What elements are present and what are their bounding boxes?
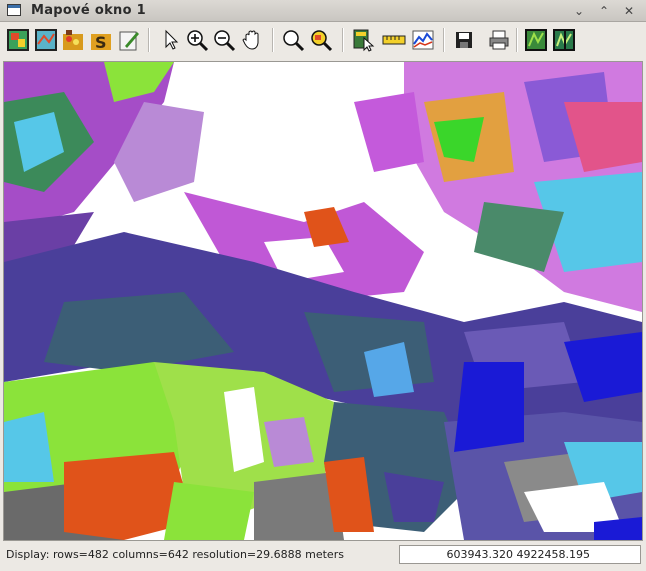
measure-button[interactable] — [381, 27, 407, 53]
zoom-back-button[interactable] — [280, 27, 306, 53]
save-icon — [456, 32, 472, 48]
toolbar: S — [0, 22, 646, 58]
map-display-compare-icon — [553, 29, 575, 51]
map-display-compare-button[interactable] — [551, 27, 577, 53]
zoom-out-button[interactable] — [211, 27, 237, 53]
coordinates-display: 603943.320 4922458.195 — [399, 545, 641, 564]
pan-button[interactable] — [239, 27, 265, 53]
add-other-icon — [63, 30, 83, 50]
pointer-icon — [165, 29, 179, 50]
zoom-in-button[interactable] — [184, 27, 210, 53]
map-canvas[interactable] — [3, 61, 643, 541]
add-overlay-icon: S — [91, 33, 111, 52]
profile-icon — [412, 30, 434, 50]
title-bar: Mapové okno 1 ⌄ ⌃ ✕ — [0, 0, 646, 22]
profile-button[interactable] — [410, 27, 436, 53]
window-icon — [7, 4, 21, 16]
close-icon[interactable]: ✕ — [621, 3, 637, 19]
zoom-in-icon — [187, 30, 209, 52]
raster-map — [4, 62, 642, 540]
zoom-back-icon — [283, 30, 305, 52]
zoom-region-icon — [311, 30, 333, 52]
maximize-icon[interactable]: ⌃ — [596, 3, 612, 19]
print-button[interactable] — [486, 27, 512, 53]
save-button[interactable] — [451, 27, 477, 53]
add-other-button[interactable] — [60, 27, 86, 53]
toolbar-separator — [342, 28, 344, 52]
add-vector-icon — [35, 29, 57, 51]
add-raster-icon — [7, 29, 29, 51]
add-overlay-button[interactable]: S — [88, 27, 114, 53]
pan-icon — [242, 30, 259, 50]
query-button[interactable] — [351, 27, 377, 53]
toolbar-separator — [516, 28, 518, 52]
display-info: Display: rows=482 columns=642 resolution… — [6, 548, 344, 561]
pointer-button[interactable] — [157, 27, 183, 53]
edit-button[interactable] — [116, 27, 142, 53]
status-bar: Display: rows=482 columns=642 resolution… — [0, 542, 646, 571]
measure-icon — [382, 35, 406, 45]
add-vector-button[interactable] — [33, 27, 59, 53]
map-display-icon — [525, 29, 547, 51]
zoom-region-button[interactable] — [308, 27, 334, 53]
edit-icon — [119, 31, 139, 51]
print-icon — [489, 30, 509, 50]
toolbar-separator — [148, 28, 150, 52]
svg-text:S: S — [95, 33, 107, 52]
window-title: Mapové okno 1 — [31, 3, 146, 18]
add-raster-button[interactable] — [5, 27, 31, 53]
toolbar-separator — [443, 28, 445, 52]
query-icon — [353, 29, 375, 52]
toolbar-separator — [272, 28, 274, 52]
map-display-button[interactable] — [523, 27, 549, 53]
chevron-down-icon[interactable]: ⌄ — [571, 3, 587, 19]
zoom-out-icon — [214, 30, 236, 52]
